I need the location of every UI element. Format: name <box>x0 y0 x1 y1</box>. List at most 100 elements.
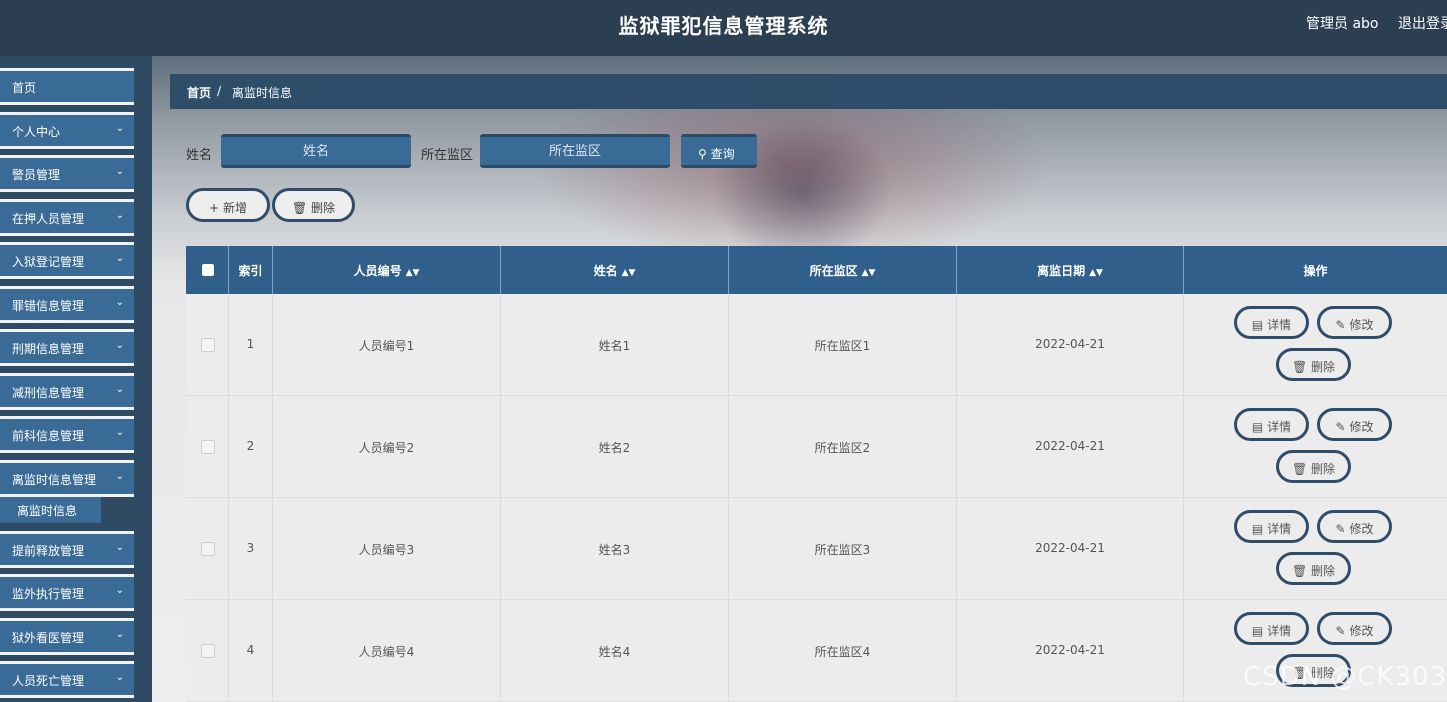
trash-icon: 🗑 <box>1291 360 1308 374</box>
cell-name-text: 姓名1 <box>598 339 631 353</box>
sidebar-item-profile[interactable]: 个人中心 ⌄ <box>0 112 134 149</box>
delete-button[interactable]: 🗑 删除 <box>1276 348 1351 381</box>
cell-area: 所在监区1 <box>729 294 957 395</box>
admin-label: 管理员 abo <box>1306 16 1379 32</box>
sidebar-item-prior-record[interactable]: 前科信息管理 ⌄ <box>0 416 134 453</box>
sidebar-item-outside-execution[interactable]: 监外执行管理 ⌄ <box>0 574 134 611</box>
sort-icon[interactable]: ▲▼ <box>622 268 636 278</box>
batch-delete-button[interactable]: 🗑 删除 <box>272 188 355 222</box>
delete-button-label: 删除 <box>1311 360 1336 374</box>
query-button[interactable]: ⚲ 查询 <box>681 134 757 168</box>
sidebar-item-label: 刑期信息管理 <box>12 342 85 356</box>
chevron-down-icon: ⌄ <box>115 123 124 134</box>
edit-button-label: 修改 <box>1349 420 1374 434</box>
row-checkbox[interactable] <box>201 338 215 352</box>
row-checkbox[interactable] <box>201 542 215 556</box>
cell-index-text: 1 <box>246 337 255 351</box>
header-area[interactable]: 所在监区 ▲▼ <box>729 246 957 294</box>
sidebar-item-early-release[interactable]: 提前释放管理 ⌄ <box>0 531 134 568</box>
pencil-icon: ✎ <box>1335 318 1346 332</box>
row-checkbox-cell <box>186 600 229 701</box>
table-header: 索引 人员编号 ▲▼ 姓名 ▲▼ 所在监区 ▲▼ 离监日期 ▲▼ 操作 <box>186 246 1447 294</box>
sidebar-item-police[interactable]: 警员管理 ⌄ <box>0 155 134 192</box>
add-button[interactable]: + 新增 <box>186 188 270 222</box>
row-checkbox-cell <box>186 498 229 599</box>
sidebar-item-home[interactable]: 首页 <box>0 68 134 105</box>
logout-link[interactable]: 退出登录 <box>1398 13 1447 33</box>
cell-index-text: 4 <box>246 643 255 657</box>
edit-button[interactable]: ✎ 修改 <box>1317 612 1392 645</box>
row-checkbox[interactable] <box>201 440 215 454</box>
sidebar-subitem-release-info[interactable]: 离监时信息 <box>0 497 101 523</box>
sidebar-item-label: 前科信息管理 <box>12 429 85 443</box>
chevron-down-icon: ⌄ <box>115 340 124 351</box>
edit-button[interactable]: ✎ 修改 <box>1317 306 1392 339</box>
detail-button[interactable]: ▤ 详情 <box>1234 408 1309 441</box>
sidebar-item-outside-medical[interactable]: 狱外看医管理 ⌄ <box>0 618 134 655</box>
sidebar-item-commutation[interactable]: 减刑信息管理 ⌄ <box>0 373 134 410</box>
cell-index: 2 <box>229 396 273 497</box>
header-name[interactable]: 姓名 ▲▼ <box>501 246 729 294</box>
sort-icon[interactable]: ▲▼ <box>406 268 420 278</box>
header-ops: 操作 <box>1184 246 1447 294</box>
cell-person-id: 人员编号1 <box>273 294 501 395</box>
cell-date: 2022-04-21 <box>957 498 1184 599</box>
chevron-down-icon: ⌄ <box>115 210 124 221</box>
name-label: 姓名 <box>186 148 213 163</box>
trash-icon: 🗑 <box>1291 462 1308 476</box>
sidebar-item-sentence[interactable]: 刑期信息管理 ⌄ <box>0 329 134 366</box>
breadcrumb-separator: / <box>217 84 222 98</box>
sidebar-item-label: 人员死亡管理 <box>12 674 85 688</box>
chevron-down-icon: ⌄ <box>115 427 124 438</box>
select-all-checkbox[interactable] <box>202 264 214 276</box>
sidebar-item-death[interactable]: 人员死亡管理 ⌄ <box>0 661 134 698</box>
detail-button[interactable]: ▤ 详情 <box>1234 510 1309 543</box>
sidebar-item-label: 狱外看医管理 <box>12 631 85 645</box>
document-icon: ▤ <box>1251 522 1264 536</box>
area-search-input[interactable] <box>480 134 670 168</box>
sort-icon[interactable]: ▲▼ <box>1089 268 1103 278</box>
sort-icon[interactable]: ▲▼ <box>862 268 876 278</box>
delete-button[interactable]: 🗑 删除 <box>1276 552 1351 585</box>
batch-delete-button-label: 删除 <box>311 201 336 215</box>
document-icon: ▤ <box>1251 420 1264 434</box>
sidebar-item-label: 监外执行管理 <box>12 587 85 601</box>
sidebar-item-label: 入狱登记管理 <box>12 255 85 269</box>
chevron-down-icon: ⌄ <box>115 542 124 553</box>
sidebar-item-offense[interactable]: 罪错信息管理 ⌄ <box>0 286 134 323</box>
detail-button[interactable]: ▤ 详情 <box>1234 612 1309 645</box>
name-search-input[interactable] <box>221 134 411 168</box>
top-header: 监狱罪犯信息管理系统 管理员 abo 退出登录 <box>0 0 1447 56</box>
cell-person-id-text: 人员编号3 <box>358 543 415 557</box>
sidebar-item-admission[interactable]: 入狱登记管理 ⌄ <box>0 242 134 279</box>
cell-person-id-text: 人员编号2 <box>358 441 415 455</box>
sidebar-item-label: 罪错信息管理 <box>12 299 85 313</box>
table-row: 1 人员编号1 姓名1 所在监区1 2022-04-21 ▤ 详情 ✎ 修改 🗑… <box>186 294 1447 396</box>
chevron-down-icon: ⌄ <box>115 672 124 683</box>
edit-button[interactable]: ✎ 修改 <box>1317 408 1392 441</box>
row-checkbox[interactable] <box>201 644 215 658</box>
header-date[interactable]: 离监日期 ▲▼ <box>957 246 1184 294</box>
sidebar-item-label: 减刑信息管理 <box>12 386 85 400</box>
cell-area-text: 所在监区1 <box>814 339 871 353</box>
sidebar-item-release-info[interactable]: 离监时信息管理 ⌄ <box>0 460 134 497</box>
edit-button[interactable]: ✎ 修改 <box>1317 510 1392 543</box>
detail-button-label: 详情 <box>1267 624 1292 638</box>
sidebar-subitem-label: 离监时信息 <box>17 504 78 518</box>
sidebar-item-label: 离监时信息管理 <box>12 473 97 487</box>
cell-person-id: 人员编号4 <box>273 600 501 701</box>
row-checkbox-cell <box>186 294 229 395</box>
pencil-icon: ✎ <box>1335 420 1346 434</box>
header-person-id[interactable]: 人员编号 ▲▼ <box>273 246 501 294</box>
delete-button[interactable]: 🗑 删除 <box>1276 450 1351 483</box>
header-date-label: 离监日期 <box>1037 264 1086 278</box>
chevron-down-icon: ⌄ <box>115 585 124 596</box>
trash-icon: 🗑 <box>1291 564 1308 578</box>
breadcrumb-home[interactable]: 首页 <box>187 84 211 101</box>
detail-button[interactable]: ▤ 详情 <box>1234 306 1309 339</box>
detail-button-label: 详情 <box>1267 318 1292 332</box>
cell-person-id-text: 人员编号1 <box>358 339 415 353</box>
sidebar-item-inmates[interactable]: 在押人员管理 ⌄ <box>0 199 134 236</box>
cell-ops: ▤ 详情 ✎ 修改 🗑 删除 <box>1184 294 1447 395</box>
cell-date: 2022-04-21 <box>957 600 1184 701</box>
